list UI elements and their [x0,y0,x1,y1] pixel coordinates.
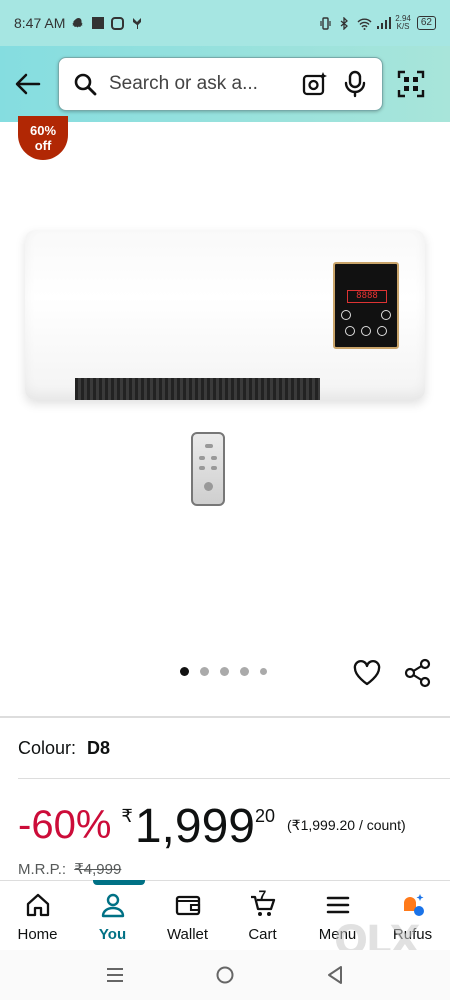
colour-value: D8 [87,738,111,758]
carousel-dot[interactable] [200,667,209,676]
vibrate-icon [319,16,332,30]
nav-home[interactable]: Home [0,881,75,950]
recent-apps-button[interactable] [103,963,127,987]
wifi-icon [357,17,372,30]
nav-cart[interactable]: 7 Cart [225,881,300,950]
image-carousel-dots [180,667,267,676]
remote-button-icon [211,456,217,460]
search-bar[interactable] [58,57,383,111]
back-system-button[interactable] [323,963,347,987]
signal-icon [376,16,392,30]
discount-badge: 60% off [18,116,68,160]
heater-vent [75,378,320,400]
nav-you[interactable]: You [75,880,150,950]
price-fraction: 20 [254,806,275,826]
carousel-dot[interactable] [240,667,249,676]
remote-button-icon [211,466,217,470]
section-divider [0,716,450,718]
panel-button-icon [361,326,371,336]
colour-label: Colour: [18,738,77,758]
heater-control-panel: 8888 [333,262,399,349]
price-block: -60% ₹ 1,999 20 (₹1,999.20 / count) [18,800,406,854]
home-system-button[interactable] [213,963,237,987]
share-button[interactable] [403,658,433,688]
panel-button-icon [381,310,391,320]
nav-wallet-label: Wallet [166,926,209,943]
search-input[interactable] [109,73,290,95]
panel-button-icon [377,326,387,336]
heart-icon [353,660,381,686]
price-whole: 1,999 [134,800,255,853]
status-time: 8:47 AM [14,15,66,31]
section-divider [18,778,450,779]
wishlist-button[interactable] [352,658,382,688]
discount-percentage: -60% [18,803,112,847]
cart-count-badge: 7 [258,887,267,903]
currency-symbol: ₹ [121,806,133,826]
notification-icon [131,17,144,30]
network-speed: 2.94 K/S [395,15,411,31]
scan-button[interactable] [395,68,427,100]
remote-button-icon [199,466,205,470]
qr-scan-icon [397,70,425,98]
unit-price: (₹1,999.20 / count) [287,817,406,833]
back-triangle-icon [328,966,342,984]
snapchat-icon [72,17,85,30]
product-image[interactable]: 8888 [25,230,425,400]
network-speed-unit: K/S [396,22,410,31]
nav-cart-label: Cart [248,926,277,943]
back-button[interactable] [12,64,44,104]
voice-search-button[interactable] [340,69,370,99]
discount-badge-off: off [34,138,52,153]
remote-control-image [191,432,225,506]
mrp-label: M.R.P.: [18,861,67,878]
carousel-dot[interactable] [260,668,267,675]
home-circle-icon [216,966,234,984]
share-icon [404,658,431,688]
app-header [0,46,450,122]
carousel-dot[interactable] [220,667,229,676]
discount-badge-percent: 60% [29,123,57,138]
menu-icon [326,896,349,914]
back-arrow-icon [15,73,41,95]
bluetooth-icon [338,15,351,31]
remote-button-icon [204,482,213,491]
nav-wallet[interactable]: Wallet [150,881,225,950]
remote-button-icon [199,456,205,460]
remote-button-icon [205,444,213,448]
instagram-icon [111,16,125,30]
system-nav-bar [0,950,450,1000]
camera-search-button[interactable] [300,69,330,99]
person-icon [101,893,124,918]
wallet-icon [175,895,200,916]
microphone-icon [344,70,366,98]
search-icon [74,73,97,96]
nav-home-label: Home [17,926,58,943]
home-icon [26,893,49,917]
panel-button-icon [341,310,351,320]
rufus-icon [403,894,424,916]
status-bar: 8:47 AM 2.94 K/S 62 [0,0,450,46]
mrp: M.R.P.: ₹4,999 [18,860,121,878]
nav-you-label: You [98,926,127,943]
panel-button-icon [345,326,355,336]
battery-indicator: 62 [416,16,436,30]
heater-display: 8888 [347,290,387,303]
app-notification-icon [92,17,105,29]
camera-sparkle-icon [302,72,327,96]
recent-apps-icon [107,968,123,982]
carousel-dot[interactable] [180,667,189,676]
mrp-value: ₹4,999 [74,861,122,878]
colour-selector[interactable]: Colour: D8 [18,738,110,759]
